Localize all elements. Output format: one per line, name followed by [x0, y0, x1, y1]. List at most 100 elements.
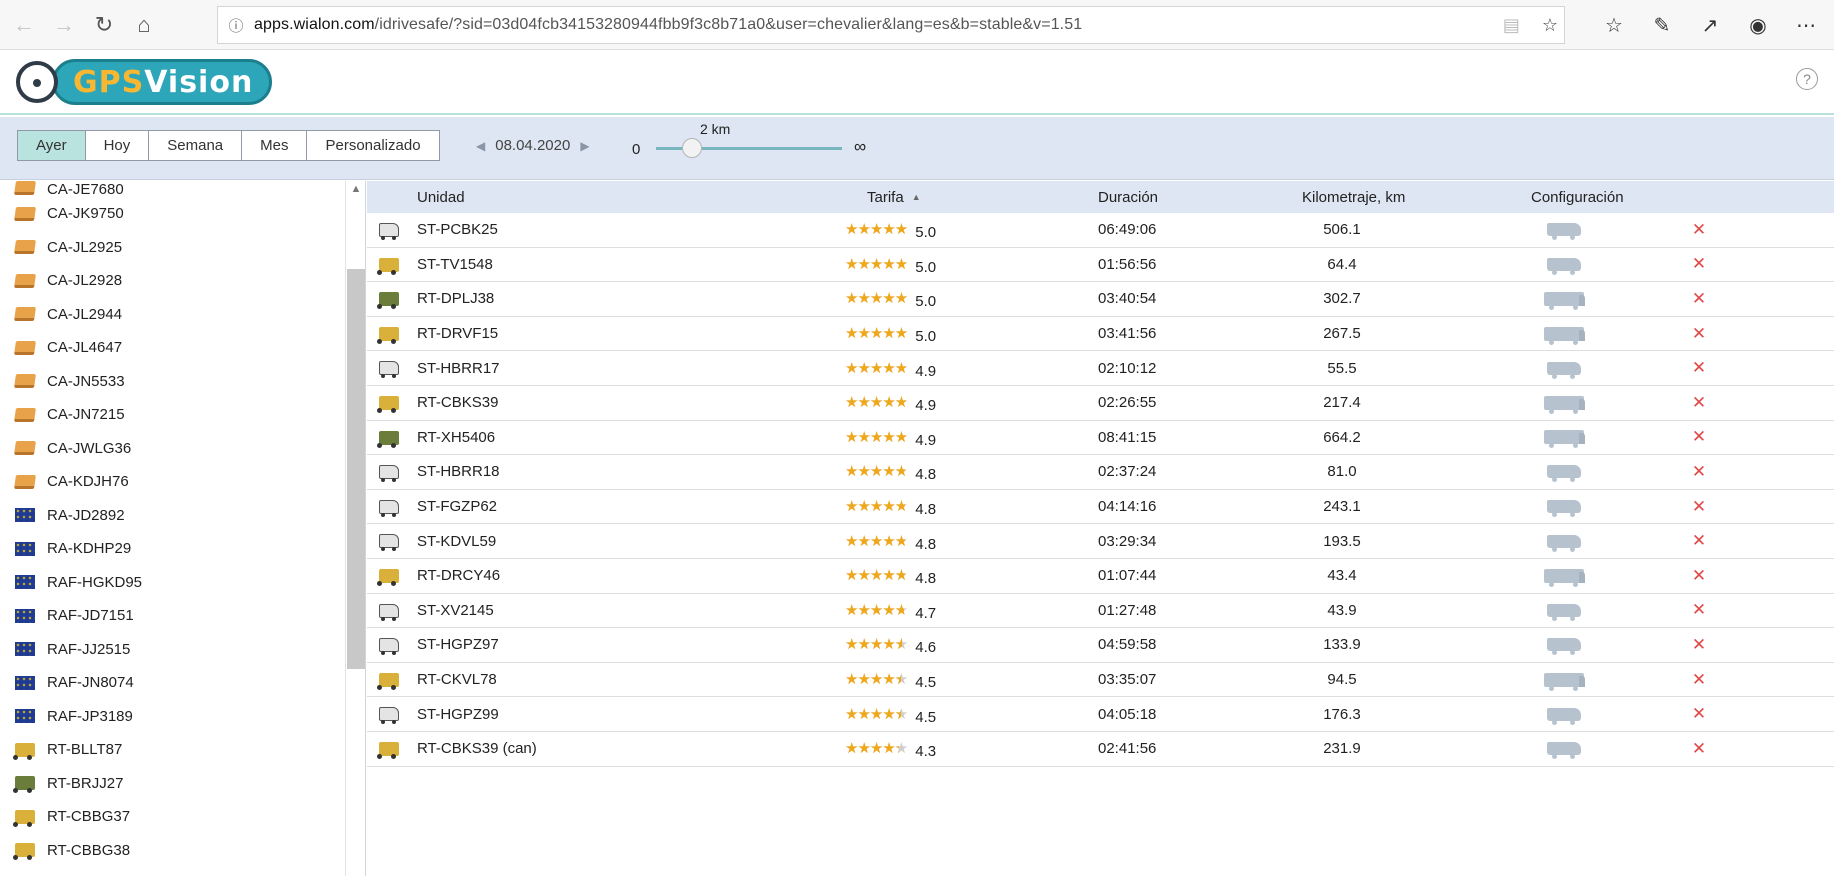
sidebar-unit-item[interactable]: RAF-JP3189 — [0, 700, 345, 734]
delete-icon[interactable]: ✕ — [1689, 531, 1709, 551]
config-cell[interactable] — [1544, 638, 1584, 656]
table-row[interactable]: RT-CBKS39 ★★★★★ ★★★★★ 4.9 02:26:55 217.4 ✕ — [367, 386, 1834, 421]
table-row[interactable]: ST-XV2145 ★★★★★ ★★★★★ 4.7 01:27:48 43.9 ✕ — [367, 594, 1834, 629]
table-row[interactable]: ST-PCBK25 ★★★★★ ★★★★★ 5.0 06:49:06 506.1 ✕ — [367, 213, 1834, 248]
scroll-thumb[interactable] — [347, 269, 365, 669]
sidebar-unit-item[interactable]: CA-JN7215 — [0, 398, 345, 432]
unit-name[interactable]: RT-XH5406 — [417, 429, 495, 446]
delete-icon[interactable]: ✕ — [1689, 600, 1709, 620]
unit-name[interactable]: ST-PCBK25 — [417, 221, 498, 238]
unit-name[interactable]: ST-KDVL59 — [417, 533, 496, 550]
config-truck-icon[interactable] — [1544, 672, 1585, 691]
sidebar-unit-item[interactable]: RT-CBBG37 — [0, 800, 345, 834]
forward-arrow-icon[interactable]: → — [44, 5, 84, 45]
delete-icon[interactable]: ✕ — [1689, 358, 1709, 378]
sidebar-unit-item[interactable]: CA-JL4647 — [0, 331, 345, 365]
header-duration[interactable]: Duración — [1098, 189, 1158, 206]
config-cell[interactable] — [1544, 465, 1584, 483]
unit-name[interactable]: RT-CBKS39 — [417, 394, 498, 411]
delete-icon[interactable]: ✕ — [1689, 566, 1709, 586]
unit-name[interactable]: ST-HBRR18 — [417, 463, 500, 480]
refresh-icon[interactable]: ↻ — [84, 5, 124, 45]
sidebar-scrollbar[interactable]: ▲ — [345, 181, 365, 876]
unit-name[interactable]: ST-HGPZ99 — [417, 706, 499, 723]
info-icon[interactable]: ⓘ — [218, 15, 254, 36]
table-row[interactable]: RT-CKVL78 ★★★★★★★★★★ 4.5 03:35:07 94.5 ✕ — [367, 663, 1834, 698]
header-config[interactable]: Configuración — [1531, 189, 1624, 206]
delete-icon[interactable]: ✕ — [1689, 289, 1709, 309]
config-van-icon[interactable] — [1547, 603, 1581, 621]
next-date-icon[interactable]: ▶ — [580, 139, 589, 153]
delete-icon[interactable]: ✕ — [1689, 393, 1709, 413]
period-mes-button[interactable]: Mes — [241, 130, 308, 161]
share-icon[interactable]: ↗ — [1686, 13, 1734, 38]
config-cell[interactable] — [1544, 361, 1584, 379]
delete-icon[interactable]: ✕ — [1689, 254, 1709, 274]
unit-name[interactable]: ST-FGZP62 — [417, 498, 497, 515]
extension-icon[interactable]: ◉ — [1734, 13, 1782, 38]
delete-icon[interactable]: ✕ — [1689, 462, 1709, 482]
sidebar-unit-item[interactable]: CA-JE7680 — [0, 181, 345, 198]
sidebar-unit-item[interactable]: RAF-JN8074 — [0, 666, 345, 700]
unit-name[interactable]: RT-DRVF15 — [417, 325, 498, 342]
unit-name[interactable]: RT-CBKS39 (can) — [417, 740, 537, 757]
table-row[interactable]: ST-HGPZ99 ★★★★★★★★★★ 4.5 04:05:18 176.3 ✕ — [367, 697, 1834, 732]
config-van-icon[interactable] — [1547, 465, 1581, 483]
table-row[interactable]: ST-HBRR17 ★★★★★ ★★★★★ 4.9 02:10:12 55.5 ✕ — [367, 351, 1834, 386]
sidebar-unit-item[interactable]: RA-KDHP29 — [0, 532, 345, 566]
table-row[interactable]: ST-HGPZ97 ★★★★★ ★★★★★ 4.6 04:59:58 133.9 ✕ — [367, 628, 1834, 663]
sidebar-unit-item[interactable]: RA-JD2892 — [0, 499, 345, 533]
sidebar-unit-item[interactable]: CA-JN5533 — [0, 365, 345, 399]
config-cell[interactable] — [1544, 500, 1584, 518]
table-row[interactable]: ST-FGZP62 ★★★★★ ★★★★★ 4.8 04:14:16 243.1 ✕ — [367, 490, 1834, 525]
more-menu-icon[interactable]: ⋯ — [1782, 13, 1830, 38]
config-truck-icon[interactable] — [1544, 395, 1585, 414]
header-unit[interactable]: Unidad — [417, 189, 465, 206]
header-tarifa[interactable]: Tarifa ▲ — [867, 189, 921, 206]
sidebar-unit-item[interactable]: CA-KDJH76 — [0, 465, 345, 499]
config-van-icon[interactable] — [1547, 534, 1581, 552]
config-cell[interactable] — [1544, 223, 1584, 241]
config-van-icon[interactable] — [1547, 742, 1581, 760]
unit-name[interactable]: ST-HBRR17 — [417, 360, 500, 377]
table-row[interactable]: ST-HBRR18 ★★★★★ ★★★★★ 4.8 02:37:24 81.0 ✕ — [367, 455, 1834, 490]
back-arrow-icon[interactable]: ← — [4, 5, 44, 45]
config-cell[interactable] — [1544, 742, 1584, 760]
unit-name[interactable]: ST-XV2145 — [417, 602, 494, 619]
sidebar-unit-item[interactable]: RAF-HGKD95 — [0, 566, 345, 600]
period-hoy-button[interactable]: Hoy — [84, 130, 150, 161]
config-cell[interactable] — [1544, 672, 1585, 691]
delete-icon[interactable]: ✕ — [1689, 220, 1709, 240]
config-van-icon[interactable] — [1547, 707, 1581, 725]
config-cell[interactable] — [1544, 291, 1585, 310]
address-bar[interactable]: ⓘ apps.wialon.com/idrivesafe/?sid=03d04f… — [217, 6, 1565, 44]
delete-icon[interactable]: ✕ — [1689, 739, 1709, 759]
sidebar-unit-item[interactable]: CA-JL2928 — [0, 264, 345, 298]
delete-icon[interactable]: ✕ — [1689, 670, 1709, 690]
config-cell[interactable] — [1544, 326, 1585, 345]
sidebar-unit-item[interactable]: CA-JWLG36 — [0, 432, 345, 466]
header-km[interactable]: Kilometraje, km — [1302, 189, 1405, 206]
config-van-icon[interactable] — [1547, 361, 1581, 379]
favorites-hub-icon[interactable]: ☆ — [1590, 13, 1638, 38]
unit-name[interactable]: RT-DPLJ38 — [417, 290, 494, 307]
unit-name[interactable]: RT-DRCY46 — [417, 567, 500, 584]
config-truck-icon[interactable] — [1544, 326, 1585, 345]
table-row[interactable]: RT-XH5406 ★★★★★ ★★★★★ 4.9 08:41:15 664.2 ✕ — [367, 421, 1834, 456]
unit-name[interactable]: RT-CKVL78 — [417, 671, 497, 688]
table-row[interactable]: ST-TV1548 ★★★★★ ★★★★★ 5.0 01:56:56 64.4 ✕ — [367, 248, 1834, 283]
sidebar-unit-item[interactable]: CA-JL2944 — [0, 298, 345, 332]
home-icon[interactable]: ⌂ — [124, 5, 164, 45]
sidebar-unit-item[interactable]: RT-BLLT87 — [0, 733, 345, 767]
config-truck-icon[interactable] — [1544, 291, 1585, 310]
delete-icon[interactable]: ✕ — [1689, 704, 1709, 724]
delete-icon[interactable]: ✕ — [1689, 635, 1709, 655]
sidebar-unit-item[interactable]: RT-BRJJ27 — [0, 767, 345, 801]
sidebar-unit-item[interactable]: RAF-JD7151 — [0, 599, 345, 633]
favorite-star-icon[interactable]: ☆ — [1542, 15, 1558, 36]
url-text[interactable]: apps.wialon.com/idrivesafe/?sid=03d04fcb… — [254, 16, 1082, 34]
unit-name[interactable]: ST-HGPZ97 — [417, 636, 499, 653]
reading-view-icon[interactable]: ▤ — [1503, 15, 1520, 36]
delete-icon[interactable]: ✕ — [1689, 324, 1709, 344]
table-row[interactable]: ST-KDVL59 ★★★★★ ★★★★★ 4.8 03:29:34 193.5 ✕ — [367, 524, 1834, 559]
